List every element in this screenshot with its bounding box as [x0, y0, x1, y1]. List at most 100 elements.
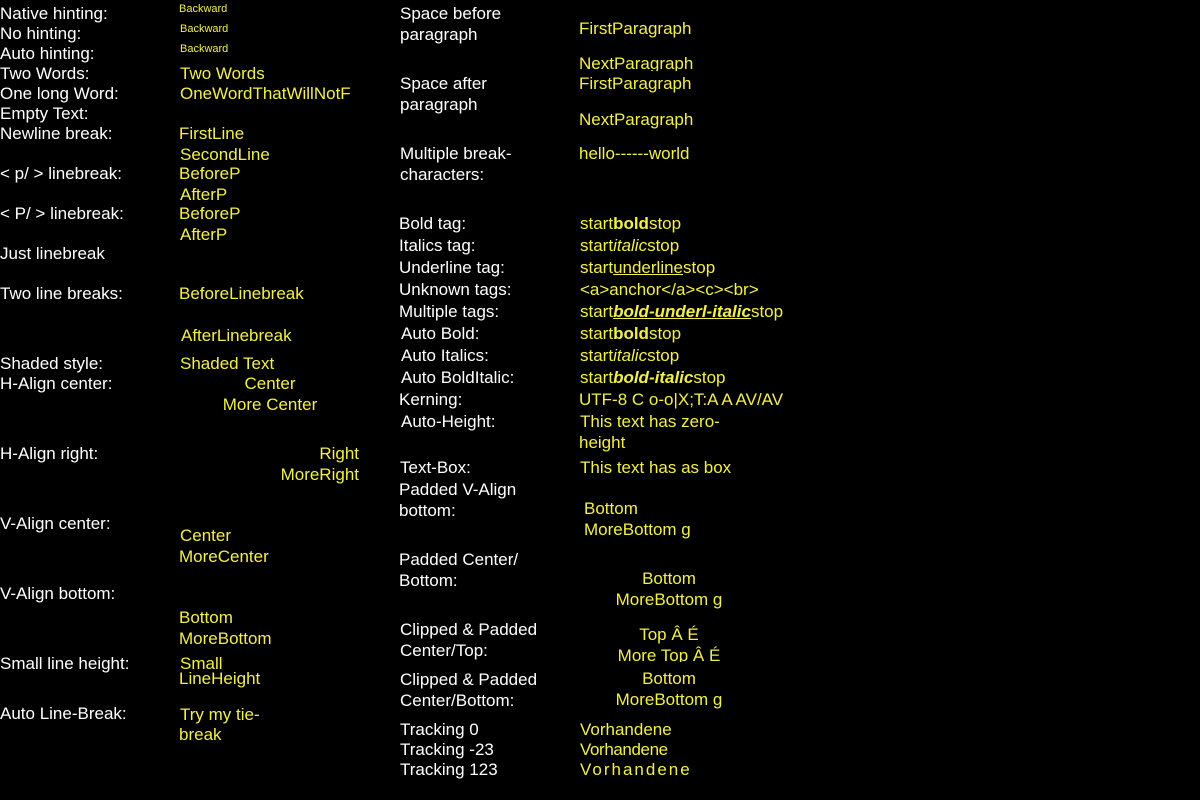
value-p-line1: BeforeP — [179, 164, 241, 183]
value-padded-center-line2: MoreBottom g — [615, 590, 723, 609]
label-multiple-break-1: Multiple break- — [400, 144, 512, 163]
label-tracking-123: Tracking 123 — [400, 760, 498, 779]
value-tracking-0: Vorhandene — [580, 720, 672, 739]
value-bold-tag: startboldstop — [580, 214, 682, 233]
label-halign-center: H-Align center: — [0, 374, 113, 393]
text-rendering-test-canvas: Native hinting: No hinting: Auto hinting… — [0, 0, 1200, 800]
label-auto-bold: Auto Bold: — [401, 324, 480, 343]
label-padded-valign-2: bottom: — [399, 501, 456, 520]
value-text-box: This text has as box — [580, 458, 732, 477]
label-valign-center: V-Align center: — [0, 514, 111, 533]
label-underline-tag: Underline tag: — [399, 258, 505, 277]
label-multiple-break-2: characters: — [400, 165, 485, 184]
label-auto-italics: Auto Italics: — [401, 346, 489, 365]
value-padded-valign-line2: MoreBottom g — [584, 520, 691, 539]
value-halign-right-line1: Right — [319, 444, 359, 463]
value-clipped-top-line1: Top Â É — [639, 625, 699, 644]
value-valign-center-line2: MoreCenter — [179, 547, 269, 566]
value-P-line2: AfterP — [180, 225, 228, 244]
value-shaded-text: Shaded Text — [180, 354, 275, 373]
label-p-linebreak: < p/ > linebreak: — [0, 164, 122, 183]
label-P-linebreak: < P/ > linebreak: — [0, 204, 124, 223]
label-tracking-m23: Tracking -23 — [400, 740, 494, 759]
label-text-box: Text-Box: — [400, 458, 471, 477]
value-no-hinting: Backward — [180, 23, 229, 35]
label-clipped-bottom-2: Center/Bottom: — [400, 691, 515, 710]
value-space-before-line2: NextParagraph — [579, 54, 694, 71]
label-shaded-style: Shaded style: — [0, 354, 104, 373]
value-auto-line-break-line1: Try my tie- — [180, 705, 260, 724]
label-halign-right: H-Align right: — [0, 444, 99, 463]
label-two-words: Two Words: — [0, 64, 90, 83]
label-long-word: One long Word: — [0, 84, 119, 103]
label-unknown-tags: Unknown tags: — [399, 280, 512, 299]
label-kerning: Kerning: — [399, 390, 463, 409]
value-clipped-bottom-line2: MoreBottom g — [615, 690, 723, 709]
label-just-linebreak: Just linebreak — [0, 244, 105, 263]
label-small-line-height: Small line height: — [0, 654, 130, 673]
label-two-line-breaks: Two line breaks: — [0, 284, 123, 303]
value-valign-bottom-line1: Bottom — [179, 608, 233, 627]
label-space-before-1: Space before — [400, 4, 502, 23]
label-empty-text: Empty Text: — [0, 104, 89, 123]
label-tracking-0: Tracking 0 — [400, 720, 479, 739]
label-native-hinting: Native hinting: — [0, 4, 108, 23]
label-space-before-2: paragraph — [400, 25, 478, 44]
label-padded-center-1: Padded Center/ — [399, 550, 519, 569]
value-auto-hinting: Backward — [180, 43, 229, 55]
value-unknown-tags: <a>anchor</a><c><br> — [580, 280, 759, 299]
label-valign-bottom: V-Align bottom: — [0, 584, 116, 603]
value-padded-valign-line1: Bottom — [584, 499, 638, 518]
label-space-after-2: paragraph — [400, 95, 478, 114]
label-clipped-bottom-1: Clipped & Padded — [400, 670, 538, 689]
value-two-line-breaks-line2: AfterLinebreak — [181, 326, 292, 345]
value-tracking-m23: Vorhandene — [580, 740, 668, 759]
label-auto-height: Auto-Height: — [401, 412, 496, 431]
value-padded-center-line1: Bottom — [642, 569, 696, 588]
value-space-after-line2: NextParagraph — [579, 110, 694, 129]
value-halign-right-line2: MoreRight — [280, 465, 359, 484]
value-tracking-123: Vorhandene — [580, 760, 692, 779]
value-newline-line1: FirstLine — [179, 124, 245, 143]
label-no-hinting: No hinting: — [0, 24, 82, 43]
value-valign-bottom-line2: MoreBottom — [179, 629, 272, 648]
value-auto-height-line2: height — [579, 433, 626, 452]
value-two-line-breaks-line1: BeforeLinebreak — [179, 284, 304, 303]
label-padded-valign-1: Padded V-Align — [399, 480, 517, 499]
clipped-bottom-box: Bottom MoreBottom g — [580, 669, 758, 710]
label-multiple-tags: Multiple tags: — [399, 302, 500, 321]
long-word-box: OneWordThatWillNotF — [180, 84, 360, 104]
value-p-line2: AfterP — [180, 185, 228, 204]
label-bold-tag: Bold tag: — [399, 214, 467, 233]
value-auto-italics: startitalicstop — [580, 346, 680, 365]
value-small-line2: LineHeight — [179, 669, 261, 688]
label-auto-hinting: Auto hinting: — [0, 44, 95, 63]
value-clipped-top-line2: More Top Â É — [617, 646, 721, 662]
value-halign-center-line1: Center — [244, 374, 296, 393]
value-auto-bold: startboldstop — [580, 324, 682, 343]
label-clipped-top-2: Center/Top: — [400, 641, 488, 660]
value-italics-tag: startitalicstop — [580, 236, 680, 255]
value-space-before-line1: FirstParagraph — [579, 19, 692, 38]
label-space-after-1: Space after — [400, 74, 487, 93]
label-clipped-top-1: Clipped & Padded — [400, 620, 538, 639]
label-auto-bolditalic: Auto BoldItalic: — [401, 368, 515, 387]
label-padded-center-2: Bottom: — [399, 571, 458, 590]
value-newline-line2: SecondLine — [180, 145, 270, 164]
value-multiple-tags: startbold-underl-italicstop — [580, 302, 784, 321]
halign-center-box: Center More Center — [180, 374, 360, 415]
padded-center-box: Bottom MoreBottom g — [580, 569, 758, 610]
value-space-after-line1: FirstParagraph — [579, 74, 692, 93]
value-underline-tag: startunderlinestop — [580, 258, 716, 277]
value-multiple-break: hello------world — [579, 144, 690, 163]
label-newline-break: Newline break: — [0, 124, 113, 143]
halign-right-box: Right MoreRight — [180, 444, 359, 485]
space-before-clip: NextParagraph — [579, 54, 779, 71]
value-auto-height-line1: This text has zero- — [580, 412, 720, 431]
value-two-words: Two Words — [180, 64, 265, 83]
value-native-hinting: Backward — [179, 3, 228, 15]
value-kerning: UTF-8 C o-o|X;T:A A AV/AV — [579, 390, 784, 409]
value-valign-center-line1: Center — [180, 526, 232, 545]
value-long-word: OneWordThatWillNotF — [180, 84, 351, 103]
value-halign-center-line2: More Center — [222, 395, 318, 414]
